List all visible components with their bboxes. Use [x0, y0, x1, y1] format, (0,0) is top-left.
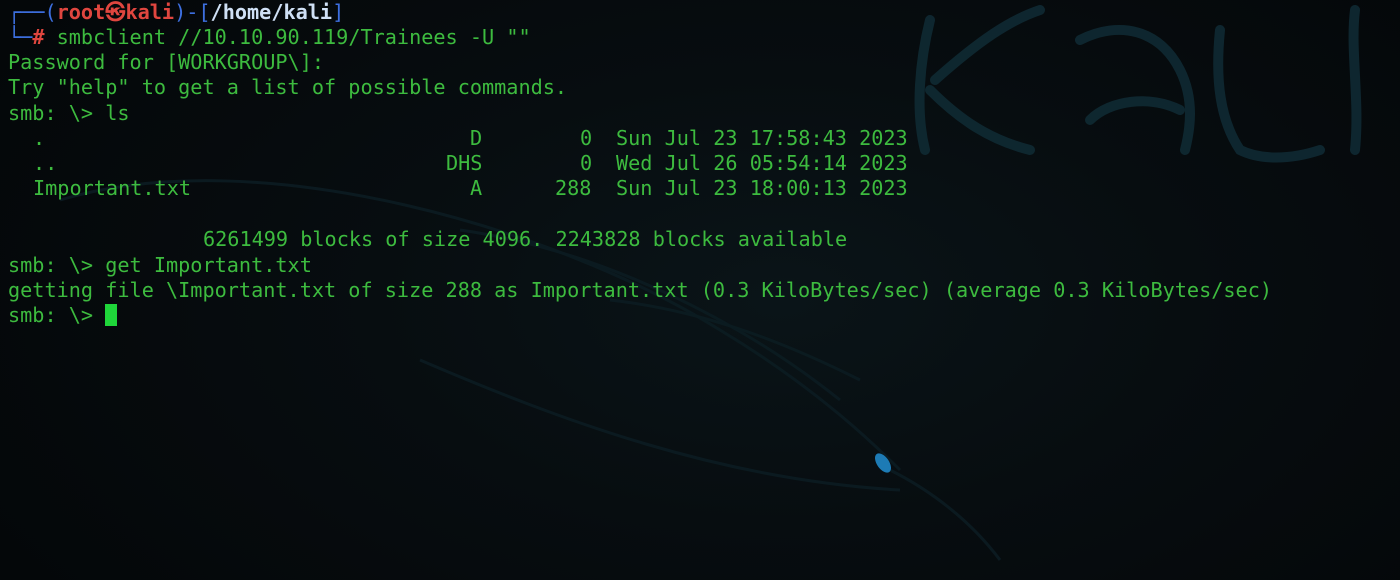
listing-size: 288 [555, 176, 592, 200]
listing-row: . D 0 Sun Jul 23 17:58:43 2023 [8, 126, 1008, 151]
listing-date: Sun Jul 23 18:00:13 2023 [616, 176, 908, 200]
password-prompt: Password for [WORKGROUP\]: [8, 50, 325, 74]
prompt-user: root [56, 0, 106, 24]
listing-attr: A [470, 176, 483, 200]
smb-prompt: smb: \> [8, 303, 106, 327]
listing-row: .. DHS 0 Wed Jul 26 05:54:14 2023 [8, 151, 1008, 176]
listing-name: Important.txt [33, 176, 192, 200]
listing-attr: D [470, 126, 483, 150]
prompt-line: ┌──(root㉿kali)-[/home/kali] [8, 0, 345, 24]
help-hint: Try "help" to get a list of possible com… [8, 75, 568, 99]
blocks-info: 6261499 blocks of size 4096. 2243828 blo… [203, 227, 848, 251]
command-line: └─# smbclient //10.10.90.119/Trainees -U… [8, 25, 531, 49]
listing-date: Sun Jul 23 17:58:43 2023 [616, 126, 908, 150]
smb-get-command: smb: \> get Important.txt [8, 253, 312, 277]
prompt-path: /home/kali [210, 0, 333, 24]
listing-name: .. [33, 151, 58, 175]
listing-name: . [33, 126, 46, 150]
dragon-eye [875, 453, 891, 473]
skull-icon: ㉿ [105, 0, 126, 24]
terminal-window[interactable]: ┌──(root㉿kali)-[/home/kali] └─# smbclien… [0, 0, 1400, 580]
listing-attr: DHS [446, 151, 483, 175]
listing-size: 0 [580, 126, 593, 150]
listing-size: 0 [580, 151, 593, 175]
smbclient-command: smbclient //10.10.90.119/Trainees -U "" [56, 25, 531, 49]
listing-date: Wed Jul 26 05:54:14 2023 [616, 151, 908, 175]
final-prompt-line[interactable]: smb: \> [8, 303, 118, 328]
getting-file-output: getting file \Important.txt of size 288 … [8, 278, 1273, 302]
text-cursor[interactable] [105, 304, 118, 326]
prompt-host: kali [125, 0, 175, 24]
listing-row: Important.txt A 288 Sun Jul 23 18:00:13 … [8, 176, 1008, 201]
smb-ls-command: smb: \> ls [8, 101, 130, 125]
prompt-hash: # [32, 25, 45, 49]
